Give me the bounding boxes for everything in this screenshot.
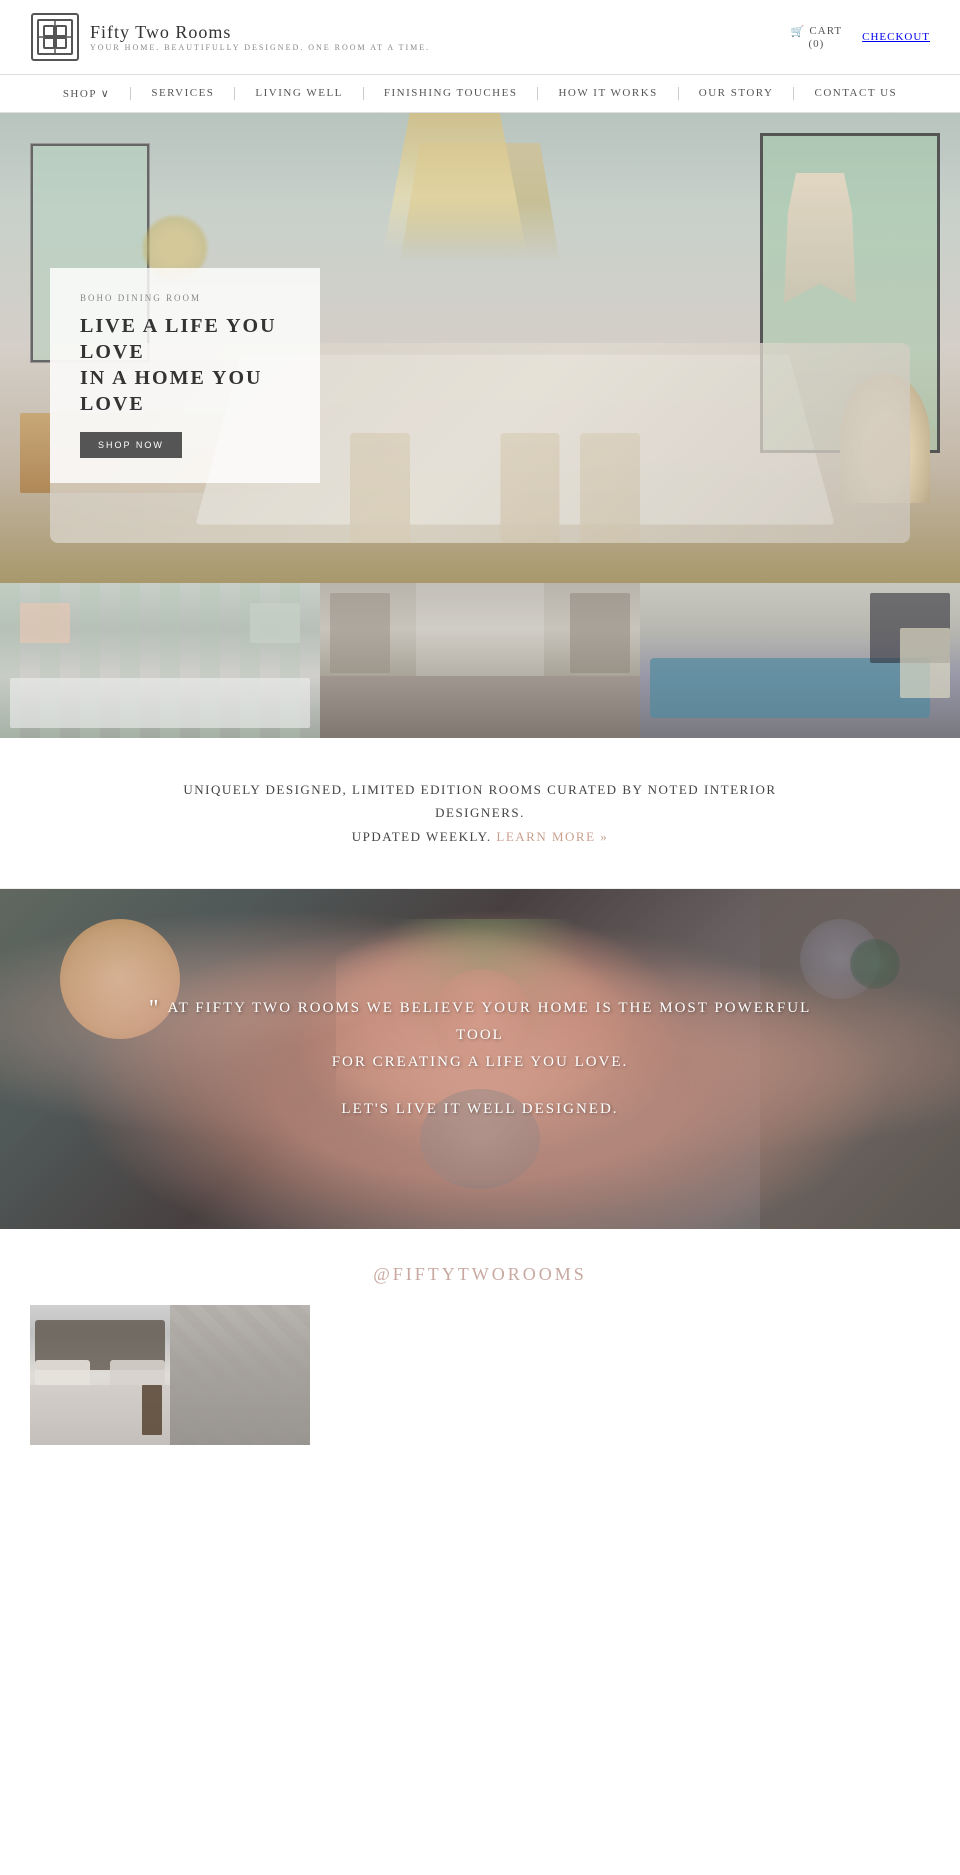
banner-background: " AT FIFTY TWO ROOMS WE BELIEVE YOUR HOM… — [0, 889, 960, 1229]
nav-services[interactable]: SERVICES — [131, 87, 235, 100]
banner-line1-text: AT FIFTY TWO ROOMS WE BELIEVE YOUR HOME … — [167, 1000, 811, 1043]
nav-our-story[interactable]: OUR STORY — [679, 87, 795, 100]
logo-icon — [30, 12, 80, 62]
header-right: 🛒 CART (0) CHECKOUT — [791, 25, 930, 50]
room-thumbnails — [0, 583, 960, 738]
instagram-post-2[interactable]: The bed tells the story between dusk and… — [170, 1305, 310, 1445]
logo-text: Fifty Two Rooms YOUR HOME. BEAUTIFULLY D… — [90, 22, 430, 52]
site-tagline: YOUR HOME. BEAUTIFULLY DESIGNED. ONE ROO… — [90, 43, 430, 52]
description-line1: UNIQUELY DESIGNED, LIMITED EDITION ROOMS… — [80, 778, 880, 801]
instagram-section: @FIFTYTWOROOMS — [0, 1229, 960, 1465]
thumb-scene-3 — [640, 583, 960, 738]
thumbnail-1[interactable] — [0, 583, 320, 738]
nav-contact-us[interactable]: CONTACT US — [794, 87, 917, 100]
site-name: Fifty Two Rooms — [90, 22, 430, 43]
thumb-scene-1 — [0, 583, 320, 738]
thumbnail-2[interactable] — [320, 583, 640, 738]
hero-overlay: BOHO DINING ROOM LIVE A LIFE YOU LOVE IN… — [50, 268, 320, 483]
instagram-post-1-image — [30, 1305, 170, 1445]
banner-text: " AT FIFTY TWO ROOMS WE BELIEVE YOUR HOM… — [130, 995, 830, 1123]
cart-area[interactable]: 🛒 CART (0) — [791, 25, 842, 50]
instagram-grid: The bed tells the story between dusk and… — [30, 1305, 930, 1445]
main-nav: SHOP ∨ SERVICES LIVING WELL FINISHING TO… — [0, 75, 960, 113]
cart-count: (0) — [809, 38, 825, 50]
description-line2: DESIGNERS. — [80, 801, 880, 824]
instagram-post-2-image: The bed tells the story between dusk and… — [170, 1305, 310, 1445]
hero-cta-button[interactable]: SHOP NOW — [80, 432, 182, 458]
banner-section: " AT FIFTY TWO ROOMS WE BELIEVE YOUR HOM… — [0, 889, 960, 1229]
nav-how-it-works[interactable]: HOW IT WORKS — [538, 87, 678, 100]
nav-living-well[interactable]: LIVING WELL — [235, 87, 363, 100]
banner-line3: LET'S LIVE IT WELL DESIGNED. — [130, 1096, 830, 1123]
checkout-link[interactable]: CHECKOUT — [862, 31, 930, 43]
nav-shop[interactable]: SHOP ∨ — [43, 87, 132, 100]
thumb-scene-2 — [320, 583, 640, 738]
cart-label[interactable]: 🛒 CART — [791, 25, 842, 38]
thumbnail-3[interactable] — [640, 583, 960, 738]
description-line3: UPDATED WEEKLY. LEARN MORE » — [80, 825, 880, 848]
instagram-handle-link[interactable]: @FIFTYTWOROOMS — [30, 1264, 930, 1285]
banner-line1: " AT FIFTY TWO ROOMS WE BELIEVE YOUR HOM… — [130, 995, 830, 1049]
learn-more-link[interactable]: LEARN MORE » — [496, 829, 608, 844]
description-line3-text: UPDATED WEEKLY. — [352, 829, 492, 844]
nav-finishing-touches[interactable]: FINISHING TOUCHES — [364, 87, 539, 100]
hero-section: BOHO DINING ROOM LIVE A LIFE YOU LOVE IN… — [0, 113, 960, 583]
cart-icon: 🛒 — [791, 25, 806, 38]
instagram-post-1[interactable] — [30, 1305, 170, 1445]
hero-title: LIVE A LIFE YOU LOVE IN A HOME YOU LOVE — [80, 313, 290, 417]
hero-title-text: LIVE A LIFE YOU LOVE IN A HOME YOU LOVE — [80, 315, 277, 415]
banner-line2: FOR CREATING A LIFE YOU LOVE. — [130, 1049, 830, 1076]
quote-mark: " — [149, 996, 161, 1022]
hero-subtitle: BOHO DINING ROOM — [80, 293, 290, 303]
description-section: UNIQUELY DESIGNED, LIMITED EDITION ROOMS… — [0, 738, 960, 889]
site-header: Fifty Two Rooms YOUR HOME. BEAUTIFULLY D… — [0, 0, 960, 75]
logo-area[interactable]: Fifty Two Rooms YOUR HOME. BEAUTIFULLY D… — [30, 12, 430, 62]
